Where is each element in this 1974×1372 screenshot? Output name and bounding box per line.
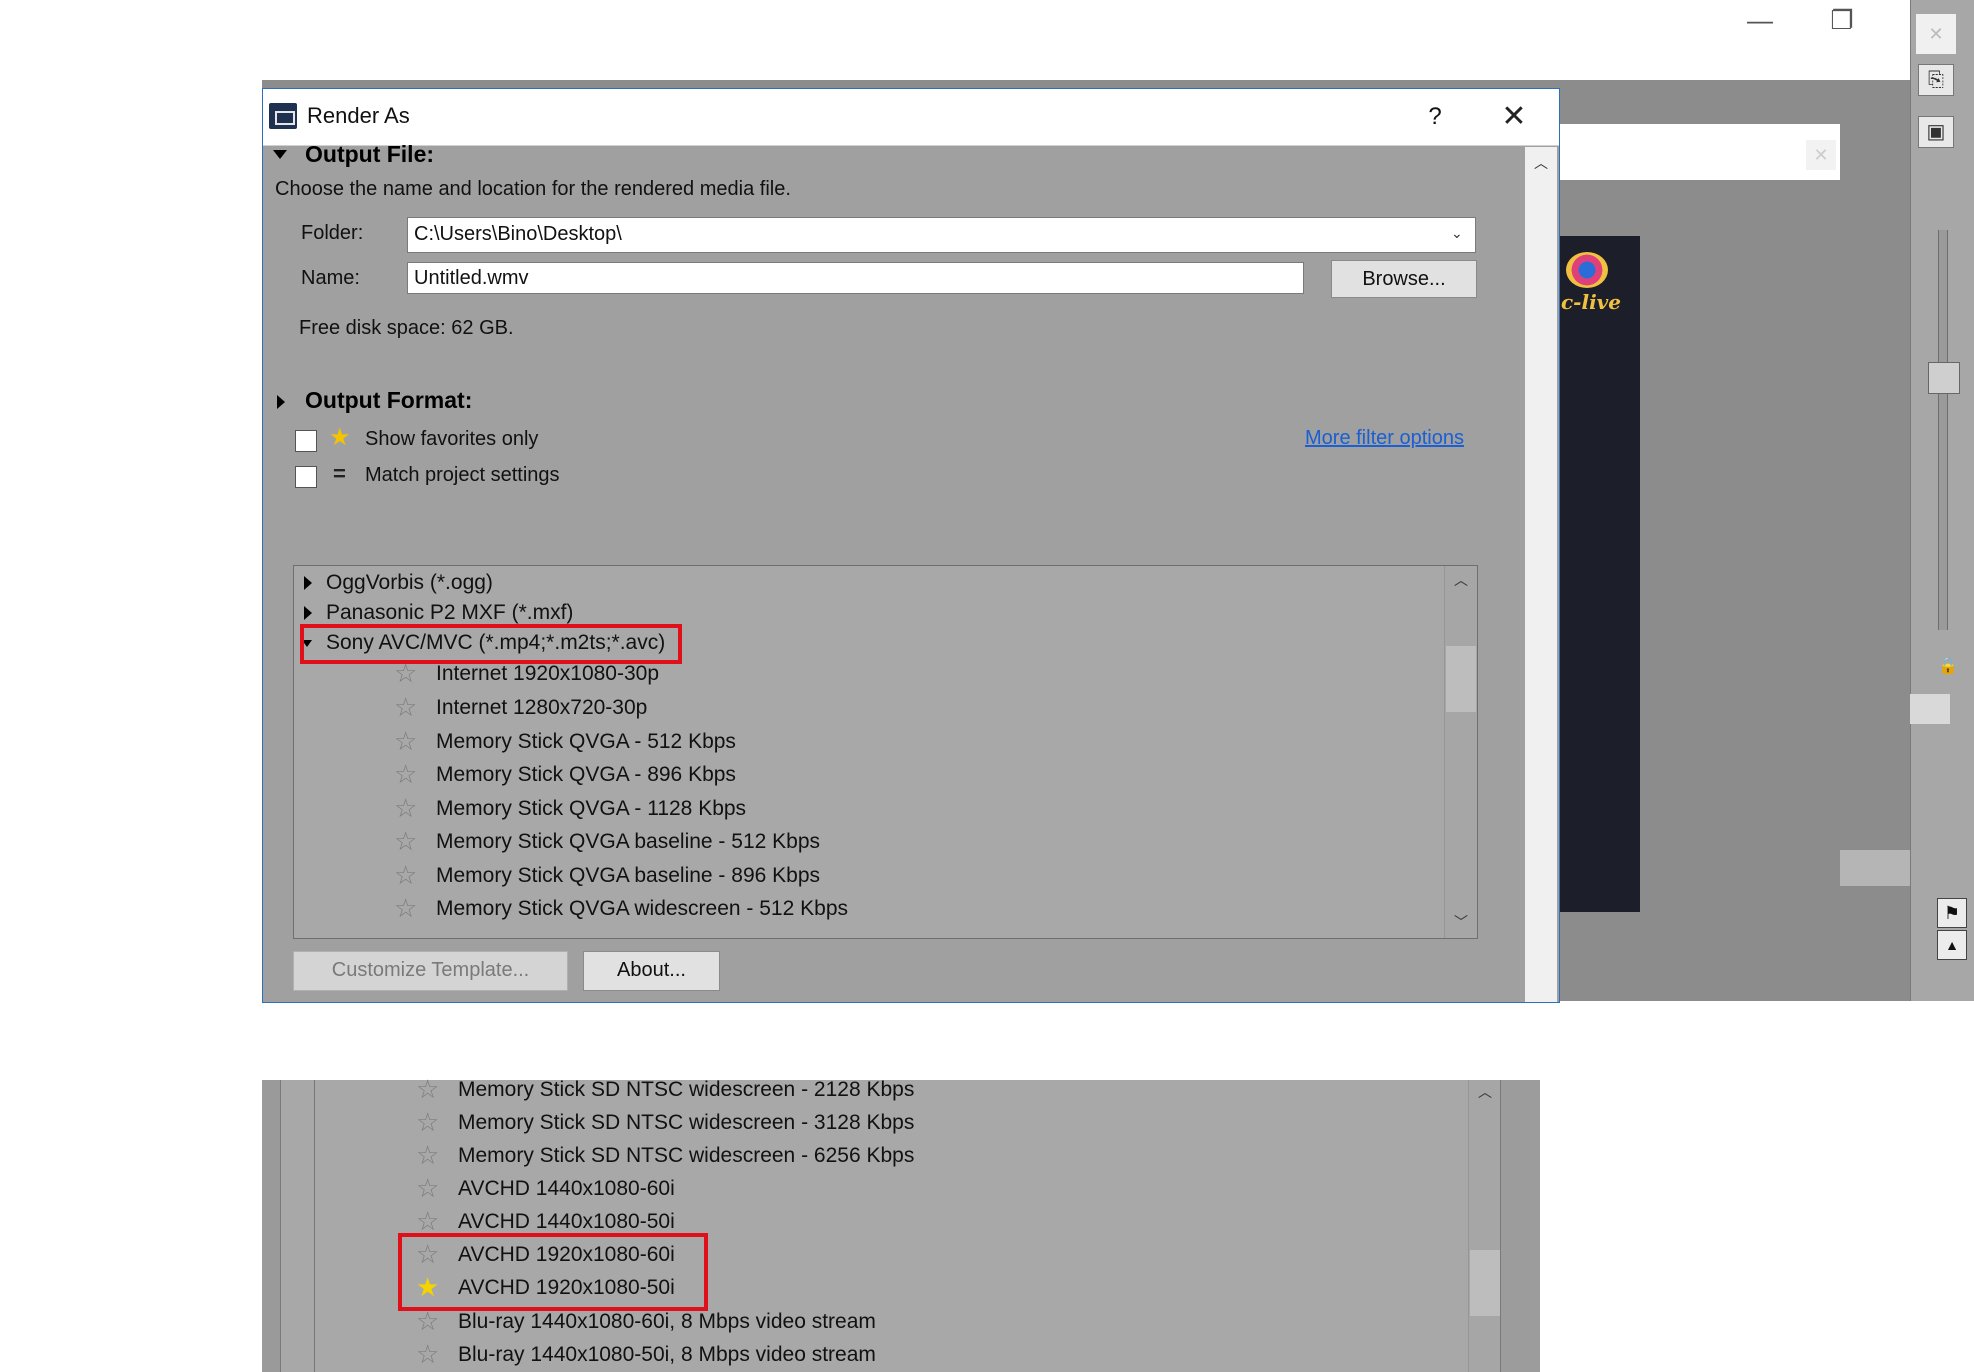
format-item-oggvorbis[interactable]: OggVorbis (*.ogg) xyxy=(326,571,493,595)
help-button[interactable]: ? xyxy=(1415,99,1455,135)
expand-format-icon[interactable] xyxy=(304,606,312,620)
equals-icon: = xyxy=(333,461,346,486)
chevron-down-icon[interactable]: ⌄ xyxy=(1451,225,1463,242)
zoomed-template-list: ☆ Memory Stick SD NTSC widescreen - 2128… xyxy=(262,1074,1564,1372)
background-window-titlebar xyxy=(262,0,1974,80)
format-list-scrollbar[interactable]: ︿ ﹀ xyxy=(1444,566,1477,938)
favorite-star-icon[interactable]: ☆ xyxy=(394,692,417,723)
frame-icon[interactable]: ▣ xyxy=(1918,116,1954,148)
favorite-star-icon[interactable]: ☆ xyxy=(416,1107,439,1138)
chevron-up-icon[interactable]: ︿ xyxy=(1533,153,1549,173)
match-project-label: Match project settings xyxy=(365,464,560,486)
favorite-star-icon[interactable]: ☆ xyxy=(394,826,417,857)
highlight-box xyxy=(398,1233,708,1311)
template-item[interactable]: AVCHD 1440x1080-60i xyxy=(458,1177,675,1201)
match-project-checkbox[interactable] xyxy=(295,466,317,488)
minimize-button[interactable]: — xyxy=(1740,4,1780,36)
chevron-up-icon[interactable]: ︿ xyxy=(1453,570,1469,590)
dialog-titlebar: Render As ? ✕ xyxy=(263,89,1559,146)
toolbar-close-icon[interactable]: ✕ xyxy=(1916,14,1956,54)
background-subwindow xyxy=(1540,124,1840,180)
favorite-star-icon[interactable]: ☆ xyxy=(394,860,417,891)
browse-button[interactable]: Browse... xyxy=(1331,260,1477,298)
output-file-heading: Output File: xyxy=(305,141,435,167)
template-item[interactable]: Memory Stick QVGA - 896 Kbps xyxy=(436,763,736,787)
scrollbar-thumb[interactable] xyxy=(1470,1250,1500,1316)
template-item[interactable]: Memory Stick QVGA baseline - 512 Kbps xyxy=(436,830,820,854)
highlight-box xyxy=(300,624,682,664)
format-item-panasonic-p2[interactable]: Panasonic P2 MXF (*.mxf) xyxy=(326,601,573,625)
dialog-scrollbar[interactable]: ︿ xyxy=(1525,147,1557,1002)
favorite-star-icon[interactable]: ☆ xyxy=(416,1173,439,1204)
more-filter-options-link[interactable]: More filter options xyxy=(1305,427,1464,450)
template-item[interactable]: Memory Stick QVGA baseline - 896 Kbps xyxy=(436,864,820,888)
template-item[interactable]: Memory Stick SD NTSC widescreen - 2128 K… xyxy=(458,1078,914,1102)
favorite-star-icon[interactable]: ☆ xyxy=(394,893,417,924)
favorite-star-icon[interactable]: ☆ xyxy=(394,759,417,790)
lock-icon[interactable]: 🔒 xyxy=(1938,656,1958,676)
template-item[interactable]: Memory Stick SD NTSC widescreen - 3128 K… xyxy=(458,1111,914,1135)
name-field[interactable]: Untitled.wmv xyxy=(407,262,1304,294)
template-item[interactable]: Blu-ray 1440x1080-50i, 8 Mbps video stre… xyxy=(458,1343,876,1367)
template-item[interactable]: Memory Stick QVGA widescreen - 512 Kbps xyxy=(436,897,848,921)
video-preview xyxy=(1560,236,1640,912)
favorite-star-icon[interactable]: ☆ xyxy=(394,658,417,689)
template-item[interactable]: Memory Stick QVGA - 1128 Kbps xyxy=(436,797,746,821)
close-button[interactable]: ✕ xyxy=(1489,97,1539,137)
restore-button[interactable]: ❐ xyxy=(1822,4,1862,36)
template-item[interactable]: Memory Stick QVGA - 512 Kbps xyxy=(436,730,736,754)
channel-logo-icon xyxy=(1566,252,1608,288)
favorite-star-icon[interactable]: ☆ xyxy=(416,1074,439,1105)
folder-value: C:\Users\Bino\Desktop\ xyxy=(414,223,622,245)
template-item[interactable]: Internet 1920x1080-30p xyxy=(436,662,659,686)
template-item[interactable]: Memory Stick SD NTSC widescreen - 6256 K… xyxy=(458,1144,914,1168)
expand-format-icon[interactable] xyxy=(304,576,312,590)
channel-logo-text: c-live xyxy=(1561,290,1622,314)
crop-list-scrollbar[interactable]: ︿ xyxy=(1468,1080,1501,1372)
template-item[interactable]: Blu-ray 1440x1080-60i, 8 Mbps video stre… xyxy=(458,1310,876,1334)
export-icon[interactable]: ⎘ xyxy=(1918,64,1954,96)
scrollbar-thumb[interactable] xyxy=(1446,646,1476,712)
favorite-star-icon[interactable]: ☆ xyxy=(394,793,417,824)
show-favorites-label: Show favorites only xyxy=(365,428,539,450)
expand-output-format-icon[interactable] xyxy=(277,395,285,409)
show-favorites-checkbox[interactable] xyxy=(295,430,317,452)
timeline-strip xyxy=(1840,850,1910,886)
crop-left-border xyxy=(262,1080,281,1372)
template-item[interactable]: Internet 1280x720-30p xyxy=(436,696,647,720)
output-file-description: Choose the name and location for the ren… xyxy=(275,178,791,200)
subwindow-close-icon[interactable]: ✕ xyxy=(1806,140,1836,170)
favorite-star-icon[interactable]: ☆ xyxy=(394,726,417,757)
name-value: Untitled.wmv xyxy=(414,267,529,289)
dialog-title: Render As xyxy=(307,103,410,128)
flag-icon[interactable]: ⚑ xyxy=(1937,898,1967,928)
favorite-star-icon[interactable]: ☆ xyxy=(416,1339,439,1370)
scroll-up-icon[interactable]: ▲ xyxy=(1937,930,1967,960)
zoom-slider-track[interactable] xyxy=(1938,230,1948,630)
chevron-down-icon[interactable]: ﹀ xyxy=(1453,912,1469,932)
name-label: Name: xyxy=(301,267,360,289)
zoom-slider-handle[interactable] xyxy=(1928,362,1960,394)
star-icon: ★ xyxy=(329,424,351,451)
output-format-heading: Output Format: xyxy=(305,387,473,413)
render-app-icon xyxy=(269,103,297,129)
render-as-dialog: Render As ? ✕ ︿ Output File: Choose the … xyxy=(262,88,1560,1003)
chevron-up-icon[interactable]: ︿ xyxy=(1477,1082,1493,1102)
crop-right-margin xyxy=(1540,1080,1564,1372)
crop-list-border xyxy=(314,1080,315,1372)
folder-combobox[interactable]: C:\Users\Bino\Desktop\ xyxy=(407,217,1476,253)
about-button[interactable]: About... xyxy=(583,951,720,991)
free-disk-space: Free disk space: 62 GB. xyxy=(299,317,514,339)
folder-label: Folder: xyxy=(301,222,364,244)
template-item[interactable]: AVCHD 1440x1080-50i xyxy=(458,1210,675,1234)
format-list[interactable]: OggVorbis (*.ogg) Panasonic P2 MXF (*.mx… xyxy=(293,565,1478,939)
favorite-star-icon[interactable]: ☆ xyxy=(416,1140,439,1171)
crop-dialog-scrollbar[interactable] xyxy=(1500,1080,1541,1372)
customize-template-button[interactable]: Customize Template... xyxy=(293,951,568,991)
toolbar-swatch xyxy=(1910,694,1950,724)
collapse-output-file-icon[interactable] xyxy=(273,150,287,159)
